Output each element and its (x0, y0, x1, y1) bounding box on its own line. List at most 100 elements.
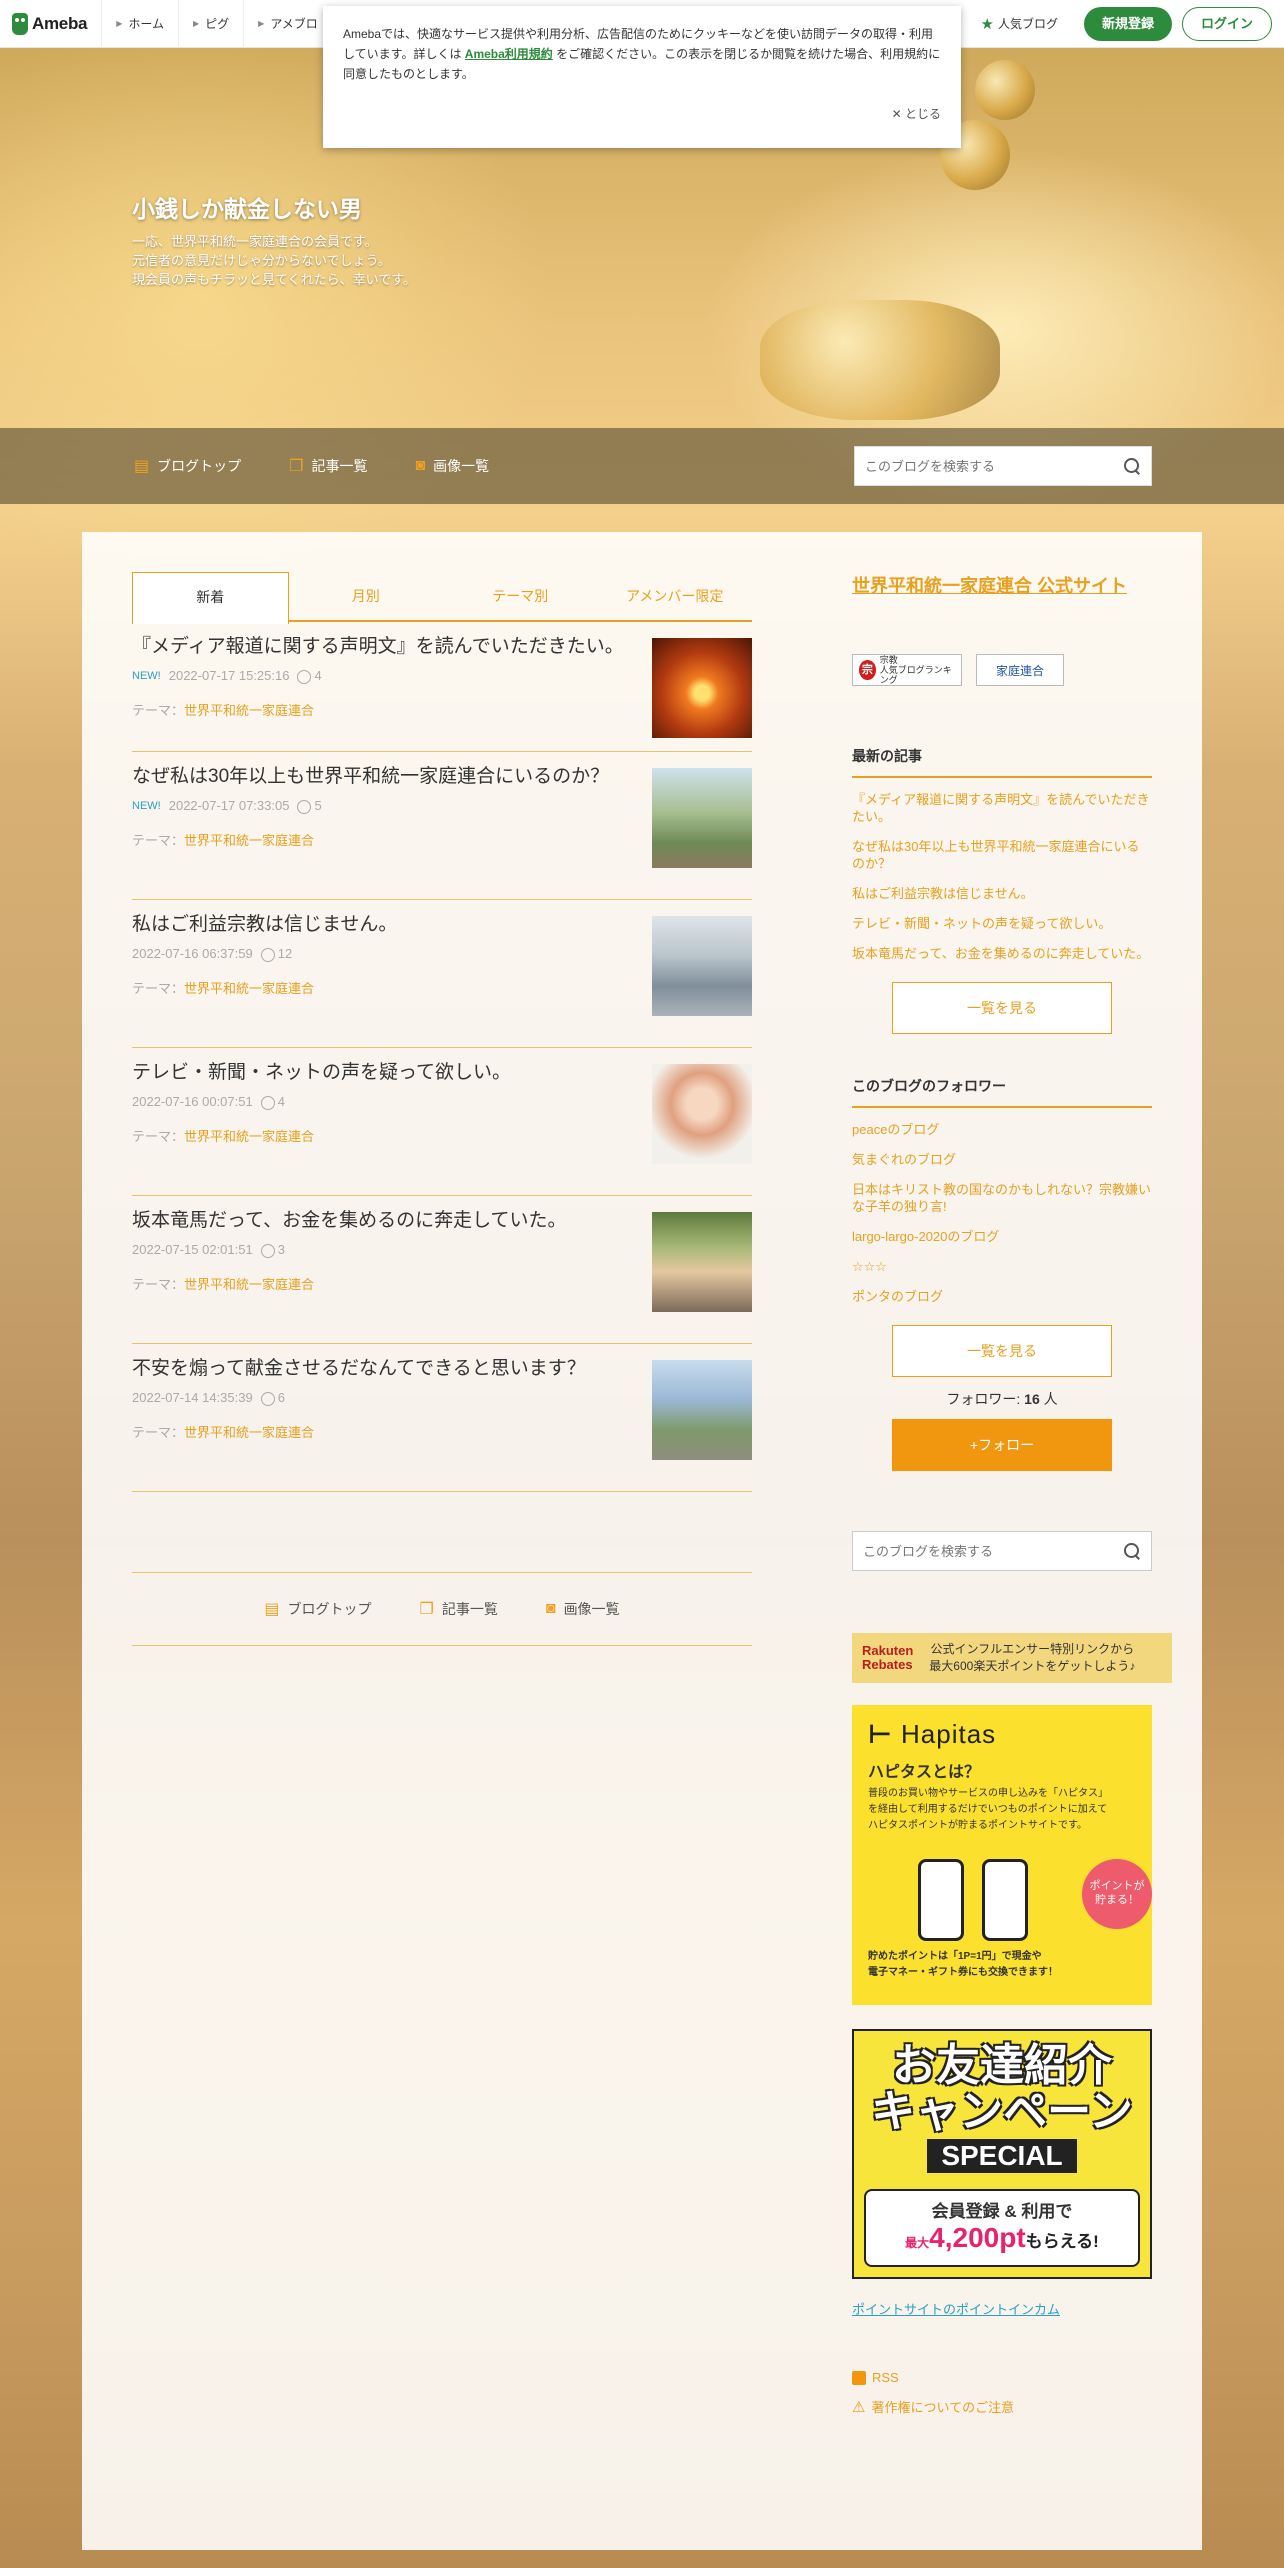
hapitas-mark-icon: ⊢ (868, 1719, 901, 1749)
copyright-notice-link[interactable]: ⚠ 著作権についてのご注意 (852, 2397, 1152, 2416)
comment-count[interactable]: 3 (260, 1242, 285, 1258)
theme-link[interactable]: 世界平和統一家庭連合 (184, 1129, 314, 1144)
article-thumbnail[interactable] (652, 1360, 752, 1460)
official-site-link[interactable]: 世界平和統一家庭連合 公式サイト (852, 572, 1152, 598)
tab-latest[interactable]: 新着 (132, 572, 289, 624)
friend-offer-box: 会員登録 & 利用で 最大4,200ptもらえる! (864, 2189, 1140, 2267)
article-thumbnail[interactable] (652, 1212, 752, 1312)
side-search-input[interactable] (863, 1543, 1123, 1559)
ranking-badge-religion[interactable]: 宗 宗教 人気ブログランキング (852, 654, 962, 686)
friend-campaign-ad[interactable]: お友達紹介 キャンペーン SPECIAL 会員登録 & 利用で 最大4,200p… (852, 2029, 1152, 2279)
follower-link[interactable]: 気まぐれのブログ (852, 1151, 1152, 1168)
login-button[interactable]: ログイン (1181, 6, 1272, 41)
image-list-link[interactable]: ◙ 画像一覧 (415, 456, 489, 476)
article-date: 2022-07-16 06:37:59 (132, 946, 253, 962)
recent-article-link[interactable]: 坂本竜馬だって、お金を集めるのに奔走していた。 (852, 945, 1152, 962)
recent-articles-heading: 最新の記事 (852, 746, 1152, 778)
image-list-link[interactable]: ◙ 画像一覧 (546, 1599, 620, 1619)
camera-icon: ◙ (545, 1600, 556, 1617)
follower-count: フォロワー: 16 人 (946, 1391, 1058, 1407)
ranking-badge-family[interactable]: 家庭連合 (976, 654, 1064, 686)
recent-article-link[interactable]: 私はご利益宗教は信じません。 (852, 885, 1152, 902)
hapitas-logo: ⊢ Hapitas (868, 1719, 997, 1749)
copy-icon: ❐ (419, 1601, 434, 1618)
popular-blogs-link[interactable]: ★ 人気ブログ (981, 15, 1058, 33)
pointincome-link[interactable]: ポイントサイトのポイントインカム (852, 2299, 1152, 2318)
theme-link[interactable]: 世界平和統一家庭連合 (184, 1277, 314, 1292)
follower-link[interactable]: 日本はキリスト教の国なのかもしれない？宗教嫌いな子羊の独り言! (852, 1181, 1152, 1215)
new-badge: NEW! (132, 669, 161, 682)
rakuten-rebates-banner[interactable]: Rakuten Rebates 公式インフルエンサー特別リンクから 最大600楽… (852, 1633, 1172, 1683)
signup-button[interactable]: 新規登録 (1083, 6, 1172, 41)
rss-icon (852, 2370, 866, 2385)
blog-top-link[interactable]: ▤ ブログトップ (264, 1599, 371, 1619)
warning-icon: ⚠ (852, 2398, 866, 2416)
recent-article-link[interactable]: 『メディア報道に関する声明文』を読んでいただきたい。 (852, 791, 1152, 825)
comment-count[interactable]: 6 (260, 1390, 285, 1406)
recent-article-link[interactable]: なぜ私は30年以上も世界平和統一家庭連合にいるのか？ (852, 838, 1152, 872)
recent-article-link[interactable]: テレビ・新聞・ネットの声を疑って欲しい。 (852, 915, 1152, 932)
article-thumbnail[interactable] (652, 638, 752, 738)
recent-articles-list: 『メディア報道に関する声明文』を読んでいただきたい。 なぜ私は30年以上も世界平… (852, 791, 1152, 962)
blog-description: 一応、世界平和統一家庭連合の会員です。 元信者の意見だけじゃ分からないでしょう。… (132, 234, 416, 287)
follower-link[interactable]: largo-largo-2020のブログ (852, 1228, 1152, 1245)
followers-section: このブログのフォロワー peaceのブログ 気まぐれのブログ 日本はキリスト教の… (852, 1076, 1152, 1471)
nav-ameblo-link[interactable]: ▶ アメブロ (243, 0, 332, 48)
blog-search-input[interactable] (865, 458, 1123, 474)
ranking-icon: 宗 (859, 660, 876, 680)
blog-top-link[interactable]: ▤ ブログトップ (134, 456, 241, 476)
coin-decoration (760, 300, 1000, 420)
article-title[interactable]: 不安を煽って献金させるだなんてできると思います？ (132, 1356, 632, 1382)
nav-home-link[interactable]: ▶ ホーム (101, 0, 178, 48)
article-title[interactable]: なぜ私は30年以上も世界平和統一家庭連合にいるのか？ (132, 764, 632, 790)
follow-button[interactable]: +フォロー (892, 1419, 1112, 1471)
document-icon: ▤ (264, 1601, 280, 1618)
article-title[interactable]: 『メディア報道に関する声明文』を読んでいただきたい。 (132, 634, 632, 660)
article-list-link[interactable]: ❐ 記事一覧 (420, 1599, 498, 1619)
article-thumbnail[interactable] (652, 916, 752, 1016)
theme-link[interactable]: 世界平和統一家庭連合 (184, 1425, 314, 1440)
nav-pigg-link[interactable]: ▶ ピグ (177, 0, 243, 48)
article-title[interactable]: テレビ・新聞・ネットの声を疑って欲しい。 (132, 1060, 632, 1086)
article-title[interactable]: 私はご利益宗教は信じません。 (132, 912, 632, 938)
comment-icon (260, 1391, 275, 1406)
tab-monthly[interactable]: 月別 (289, 572, 444, 620)
article-thumbnail[interactable] (652, 768, 752, 868)
followers-list: peaceのブログ 気まぐれのブログ 日本はキリスト教の国なのかもしれない？宗教… (852, 1121, 1152, 1305)
article-thumbnail[interactable] (652, 1064, 752, 1164)
article-list-link[interactable]: ❐ 記事一覧 (289, 456, 367, 476)
blog-title[interactable]: 小銭しか献金しない男 (132, 190, 362, 224)
article-title[interactable]: 坂本竜馬だって、お金を集めるのに奔走していた。 (132, 1208, 632, 1234)
ranking-badges: 宗 宗教 人気ブログランキング 家庭連合 (852, 654, 1152, 686)
theme-link[interactable]: 世界平和統一家庭連合 (184, 981, 314, 996)
rakuten-logo: Rakuten Rebates (862, 1643, 914, 1672)
recent-more-button[interactable]: 一覧を見る (892, 982, 1112, 1034)
follower-link[interactable]: ポンタのブログ (852, 1288, 1152, 1305)
tab-amember[interactable]: アメンバー限定 (598, 572, 753, 620)
theme-link[interactable]: 世界平和統一家庭連合 (184, 833, 314, 848)
comment-count[interactable]: 5 (297, 798, 322, 814)
follower-link[interactable]: ☆☆☆ (852, 1258, 1152, 1275)
hapitas-ad[interactable]: ⊢ Hapitas ハピタスとは？ 普段のお買い物やサービスの申し込みを「ハピタ… (852, 1705, 1152, 2005)
follower-link[interactable]: peaceのブログ (852, 1121, 1152, 1138)
search-icon[interactable] (1123, 1542, 1141, 1560)
followers-more-button[interactable]: 一覧を見る (892, 1325, 1112, 1377)
terms-link[interactable]: Ameba利用規約 (465, 47, 553, 61)
theme-link[interactable]: 世界平和統一家庭連合 (184, 703, 314, 718)
coin-decoration (975, 60, 1035, 120)
main-column: 新着 月別 テーマ別 アメンバー限定 『メディア報道に関する声明文』を読んでいた… (132, 572, 752, 1646)
article-date: 2022-07-14 14:35:39 (132, 1390, 253, 1406)
camera-icon: ◙ (415, 457, 426, 474)
ameba-logo-icon (12, 12, 28, 35)
comment-count[interactable]: 4 (260, 1094, 285, 1110)
phone-icon (982, 1859, 1028, 1941)
rss-link[interactable]: RSS (852, 2370, 1152, 2385)
article-item: テレビ・新聞・ネットの声を疑って欲しい。 2022-07-16 00:07:51… (132, 1048, 752, 1196)
search-icon[interactable] (1123, 457, 1141, 475)
ameba-logo[interactable]: Ameba (12, 12, 87, 35)
comment-count[interactable]: 12 (260, 946, 292, 962)
document-icon: ▤ (134, 458, 150, 475)
cookie-close-button[interactable]: ✕ とじる (892, 104, 941, 124)
comment-count[interactable]: 4 (297, 668, 322, 684)
tab-theme[interactable]: テーマ別 (443, 572, 598, 620)
